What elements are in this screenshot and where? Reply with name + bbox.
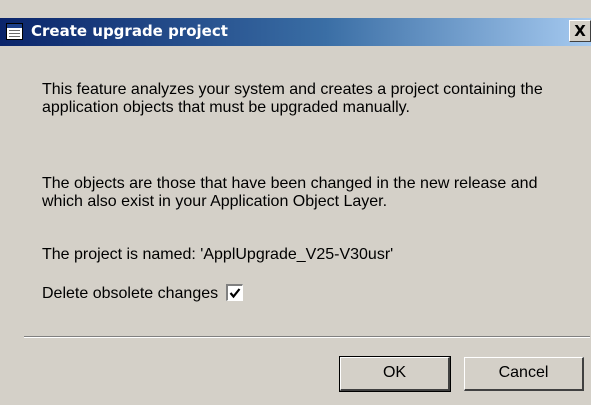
close-icon: X [574, 22, 586, 40]
form-window-icon [6, 23, 23, 40]
dialog-title: Create upgrade project [31, 22, 228, 40]
button-separator [24, 336, 590, 338]
cancel-button[interactable]: Cancel [464, 357, 584, 391]
close-button[interactable]: X [569, 20, 591, 42]
checkmark-icon [229, 288, 240, 299]
description-paragraph: This feature analyzes your system and cr… [42, 81, 543, 116]
delete-obsolete-label: Delete obsolete changes [42, 285, 219, 302]
delete-obsolete-checkbox[interactable] [225, 284, 243, 301]
create-upgrade-project-dialog: Create upgrade project X This feature an… [0, 0, 591, 405]
delete-obsolete-option: Delete obsolete changes [42, 284, 243, 304]
project-name-text: The project is named: 'ApplUpgrade_V25-V… [42, 246, 394, 263]
objects-explanation-paragraph: The objects are those that have been cha… [42, 175, 538, 210]
ok-button[interactable]: OK [339, 356, 451, 392]
title-bar[interactable]: Create upgrade project X [0, 18, 591, 46]
